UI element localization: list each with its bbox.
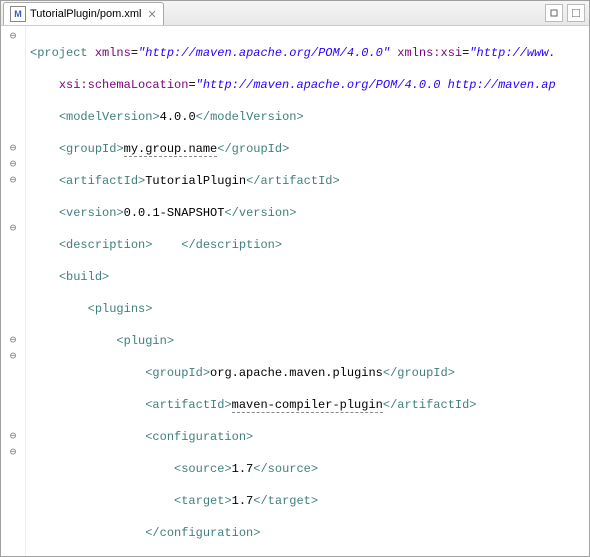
- fold-toggle[interactable]: ⊖: [8, 336, 19, 347]
- close-icon[interactable]: ✕: [147, 8, 156, 21]
- fold-toggle[interactable]: ⊖: [8, 448, 19, 459]
- fold-toggle[interactable]: ⊖: [8, 144, 19, 155]
- fold-toggle[interactable]: ⊖: [8, 352, 19, 363]
- editor-window: M TutorialPlugin/pom.xml ✕ ⊖ ⊖ ⊖ ⊖ ⊖: [0, 0, 590, 557]
- tab-toolbar: [545, 4, 585, 22]
- tab-label: TutorialPlugin/pom.xml: [30, 8, 141, 20]
- maximize-button[interactable]: [567, 4, 585, 22]
- xml-source[interactable]: <project xmlns="http://maven.apache.org/…: [26, 26, 589, 556]
- fold-toggle[interactable]: ⊖: [8, 32, 19, 43]
- code-area: ⊖ ⊖ ⊖ ⊖ ⊖ ⊖ ⊖ ⊖ ⊖: [1, 26, 589, 556]
- minimize-button[interactable]: [545, 4, 563, 22]
- fold-toggle[interactable]: ⊖: [8, 432, 19, 443]
- tab-pom-xml[interactable]: M TutorialPlugin/pom.xml ✕: [3, 2, 164, 25]
- fold-toggle[interactable]: ⊖: [8, 176, 19, 187]
- fold-toggle[interactable]: ⊖: [8, 224, 19, 235]
- fold-toggle[interactable]: ⊖: [8, 160, 19, 171]
- folding-gutter: ⊖ ⊖ ⊖ ⊖ ⊖ ⊖ ⊖ ⊖ ⊖: [1, 26, 26, 556]
- maven-file-icon: M: [10, 6, 26, 22]
- tab-bar: M TutorialPlugin/pom.xml ✕: [1, 1, 589, 26]
